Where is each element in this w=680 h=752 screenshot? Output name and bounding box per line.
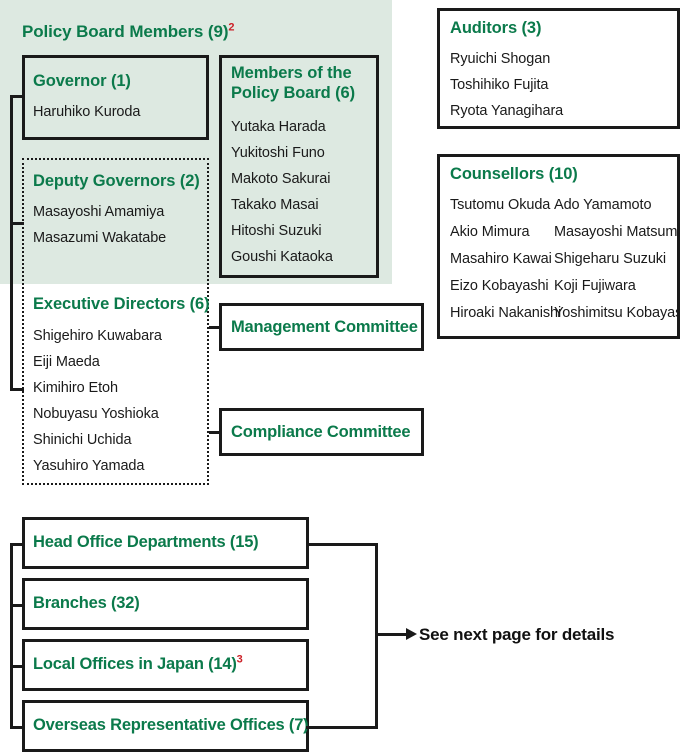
list-item: Masahiro Kawai [450,251,552,267]
list-item: Shigehiro Kuwabara [33,328,162,344]
deputy-governors-title: Deputy Governors (2) [33,172,200,190]
counsellors-column-2: Ado Yamamoto Masayoshi Matsumoto Shigeha… [554,192,680,327]
list-item: Yukitoshi Funo [231,145,325,161]
bracket-bottom-connector [306,726,378,729]
left-spine-connector [10,95,13,391]
local-offices-connector [10,665,24,668]
compliance-committee-connector [209,431,222,434]
management-committee-label: Management Committee [231,318,418,336]
list-item: Hitoshi Suzuki [231,223,322,239]
list-item: Eizo Kobayashi [450,278,549,294]
list-item: Goushi Kataoka [231,249,333,265]
list-item: Toshihiko Fujita [450,77,549,93]
list-item: Yoshimitsu Kobayashi [554,305,680,321]
head-office-departments-label: Head Office Departments (15) [33,533,259,551]
policy-board-footnote-marker: 2 [228,21,235,34]
list-item: Kimihiro Etoh [33,380,118,396]
list-item: Masazumi Wakatabe [33,230,167,246]
counsellors-title: Counsellors (10) [450,165,578,183]
local-offices-label: Local Offices in Japan (14)3 [33,653,243,673]
bracket-vertical-connector [375,543,378,729]
organization-chart: Policy Board Members (9)2 Governor (1) H… [0,0,680,752]
list-item: Akio Mimura [450,224,530,240]
governor-connector [10,95,24,98]
list-item: Ado Yamamoto [554,197,652,213]
head-office-departments-connector [10,543,24,546]
overseas-offices-label: Overseas Representative Offices (7) [33,716,309,734]
compliance-committee-label: Compliance Committee [231,423,411,441]
auditors-list: Ryuichi Shogan Toshihiko Fujita Ryota Ya… [450,46,563,124]
executive-directors-connector [10,388,24,391]
list-item: Tsutomu Okuda [450,197,551,213]
members-of-policy-board-list: Yutaka Harada Yukitoshi Funo Makoto Saku… [231,114,333,270]
executive-directors-list: Shigehiro Kuwabara Eiji Maeda Kimihiro E… [33,323,162,479]
governor-box[interactable] [22,55,209,140]
branches-connector [10,604,24,607]
list-item: Shinichi Uchida [33,432,132,448]
list-item: Koji Fujiwara [554,278,636,294]
counsellors-column-1: Tsutomu Okuda Akio Mimura Masahiro Kawai… [450,192,561,327]
list-item: Makoto Sakurai [231,171,331,187]
list-item: Eiji Maeda [33,354,100,370]
local-offices-footnote-marker: 3 [236,653,243,666]
list-item: Masayoshi Amamiya [33,204,165,220]
management-committee-connector [209,326,222,329]
list-item: Shigeharu Suzuki [554,251,667,267]
see-next-page-arrow-line [375,633,409,636]
overseas-offices-connector [10,726,24,729]
list-item: Yutaka Harada [231,119,326,135]
deputy-governors-connector [10,222,24,225]
list-item: Ryuichi Shogan [450,51,551,67]
list-item: Takako Masai [231,197,319,213]
executive-directors-title: Executive Directors (6) [33,295,210,313]
policy-board-members-title: Policy Board Members (9)2 [22,21,235,42]
governor-member-name: Haruhiko Kuroda [33,104,141,120]
list-item: Yasuhiro Yamada [33,458,145,474]
list-item: Masayoshi Matsumoto [554,224,680,240]
auditors-title: Auditors (3) [450,19,542,37]
arrow-right-icon [406,628,417,640]
bracket-top-connector [306,543,378,546]
members-of-policy-board-title-line2: Policy Board (6) [231,84,356,102]
policy-board-members-label: Policy Board Members (9) [22,22,229,41]
deputy-governors-list: Masayoshi Amamiya Masazumi Wakatabe [33,199,166,251]
list-item: Hiroaki Nakanishi [450,305,562,321]
list-item: Nobuyasu Yoshioka [33,406,159,422]
list-item: Ryota Yanagihara [450,103,564,119]
branches-label: Branches (32) [33,594,140,612]
governor-title: Governor (1) [33,72,131,90]
bottom-left-spine-connector [10,543,13,727]
members-of-policy-board-title-line1: Members of the [231,64,352,82]
see-next-page-note: See next page for details [419,625,615,644]
